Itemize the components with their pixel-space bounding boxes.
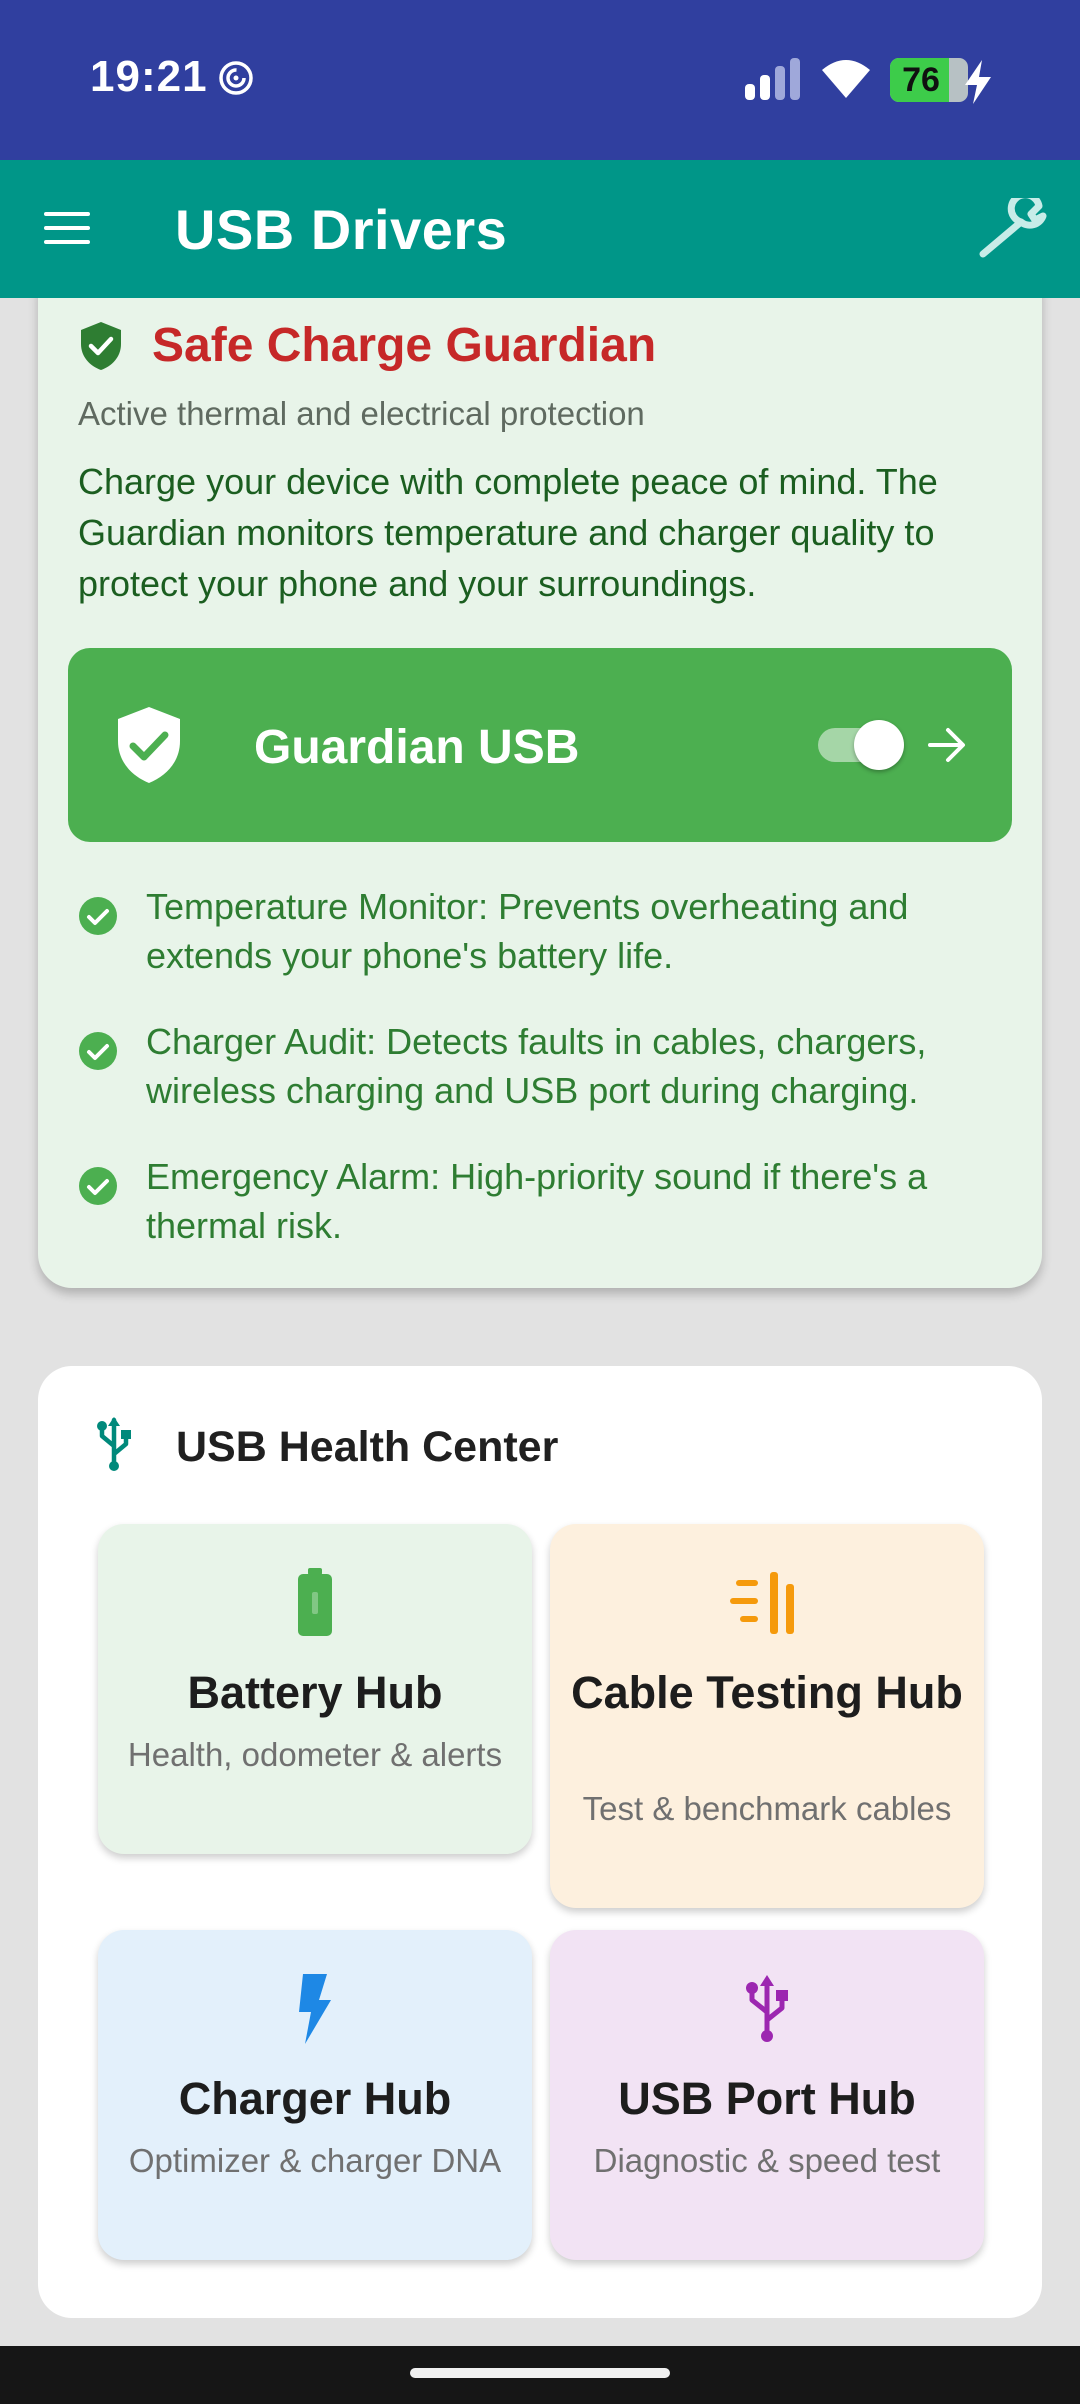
- system-navigation-bar: [0, 2346, 1080, 2404]
- cable-test-icon: [550, 1568, 984, 1638]
- guardian-description: Charge your device with complete peace o…: [78, 461, 938, 604]
- usb-port-hub-title: USB Port Hub: [618, 2073, 916, 2124]
- arrow-right-icon[interactable]: [926, 724, 968, 771]
- charger-hub-tile[interactable]: Charger Hub Optimizer & charger DNA: [98, 1930, 532, 2260]
- feature-text: Temperature Monitor: Prevents overheatin…: [146, 886, 909, 976]
- usb-port-hub-tile[interactable]: USB Port Hub Diagnostic & speed test: [550, 1930, 984, 2260]
- usb-icon: [94, 1416, 134, 1477]
- sync-icon: [218, 60, 254, 101]
- usb-health-center-card: USB Health Center Battery Hub Health, od…: [38, 1366, 1042, 2318]
- safe-charge-guardian-card: Safe Charge Guardian Active thermal and …: [38, 260, 1042, 1288]
- usb-port-hub-subtitle: Diagnostic & speed test: [593, 2142, 941, 2179]
- cell-signal-icon: [745, 58, 803, 105]
- cable-testing-hub-title: Cable Testing Hub: [571, 1667, 963, 1718]
- battery-level-text: 76: [902, 61, 940, 99]
- status-time: 19:21: [90, 52, 208, 101]
- battery-indicator: 76: [890, 58, 968, 102]
- guardian-usb-label: Guardian USB: [254, 721, 580, 774]
- check-circle-icon: [78, 1031, 118, 1076]
- guardian-subtitle: Active thermal and electrical protection: [78, 395, 645, 432]
- check-circle-icon: [78, 896, 118, 941]
- app-bar: USB Drivers: [0, 160, 1080, 298]
- menu-icon[interactable]: [44, 210, 92, 251]
- charging-bolt-icon: [963, 60, 993, 109]
- shield-check-icon: [78, 320, 124, 377]
- status-bar: 19:21 76: [0, 0, 1080, 160]
- check-circle-icon: [78, 1166, 118, 1211]
- wifi-icon: [818, 56, 874, 105]
- health-center-title: USB Health Center: [176, 1423, 559, 1471]
- charger-hub-subtitle: Optimizer & charger DNA: [128, 2142, 502, 2179]
- feature-text: Emergency Alarm: High-priority sound if …: [146, 1156, 928, 1246]
- shield-check-icon: [112, 704, 186, 791]
- toggle-thumb: [854, 720, 904, 770]
- usb-icon: [550, 1974, 984, 2044]
- charger-hub-title: Charger Hub: [178, 2073, 452, 2124]
- cable-testing-hub-tile[interactable]: Cable Testing Hub Test & benchmark cable…: [550, 1524, 984, 1908]
- battery-hub-tile[interactable]: Battery Hub Health, odometer & alerts: [98, 1524, 532, 1854]
- guardian-toggle[interactable]: [818, 720, 904, 770]
- battery-hub-subtitle: Health, odometer & alerts: [127, 1736, 503, 1773]
- battery-hub-title: Battery Hub: [187, 1667, 443, 1718]
- home-gesture-handle[interactable]: [410, 2368, 670, 2378]
- guardian-title: Safe Charge Guardian: [152, 319, 657, 372]
- bolt-icon: [98, 1974, 532, 2044]
- wrench-icon[interactable]: [975, 191, 1051, 265]
- app-title: USB Drivers: [175, 198, 508, 261]
- battery-icon: [98, 1568, 532, 1638]
- guardian-usb-button[interactable]: Guardian USB: [68, 648, 1012, 842]
- feature-text: Charger Audit: Detects faults in cables,…: [146, 1021, 927, 1111]
- cable-testing-hub-subtitle: Test & benchmark cables: [582, 1790, 952, 1827]
